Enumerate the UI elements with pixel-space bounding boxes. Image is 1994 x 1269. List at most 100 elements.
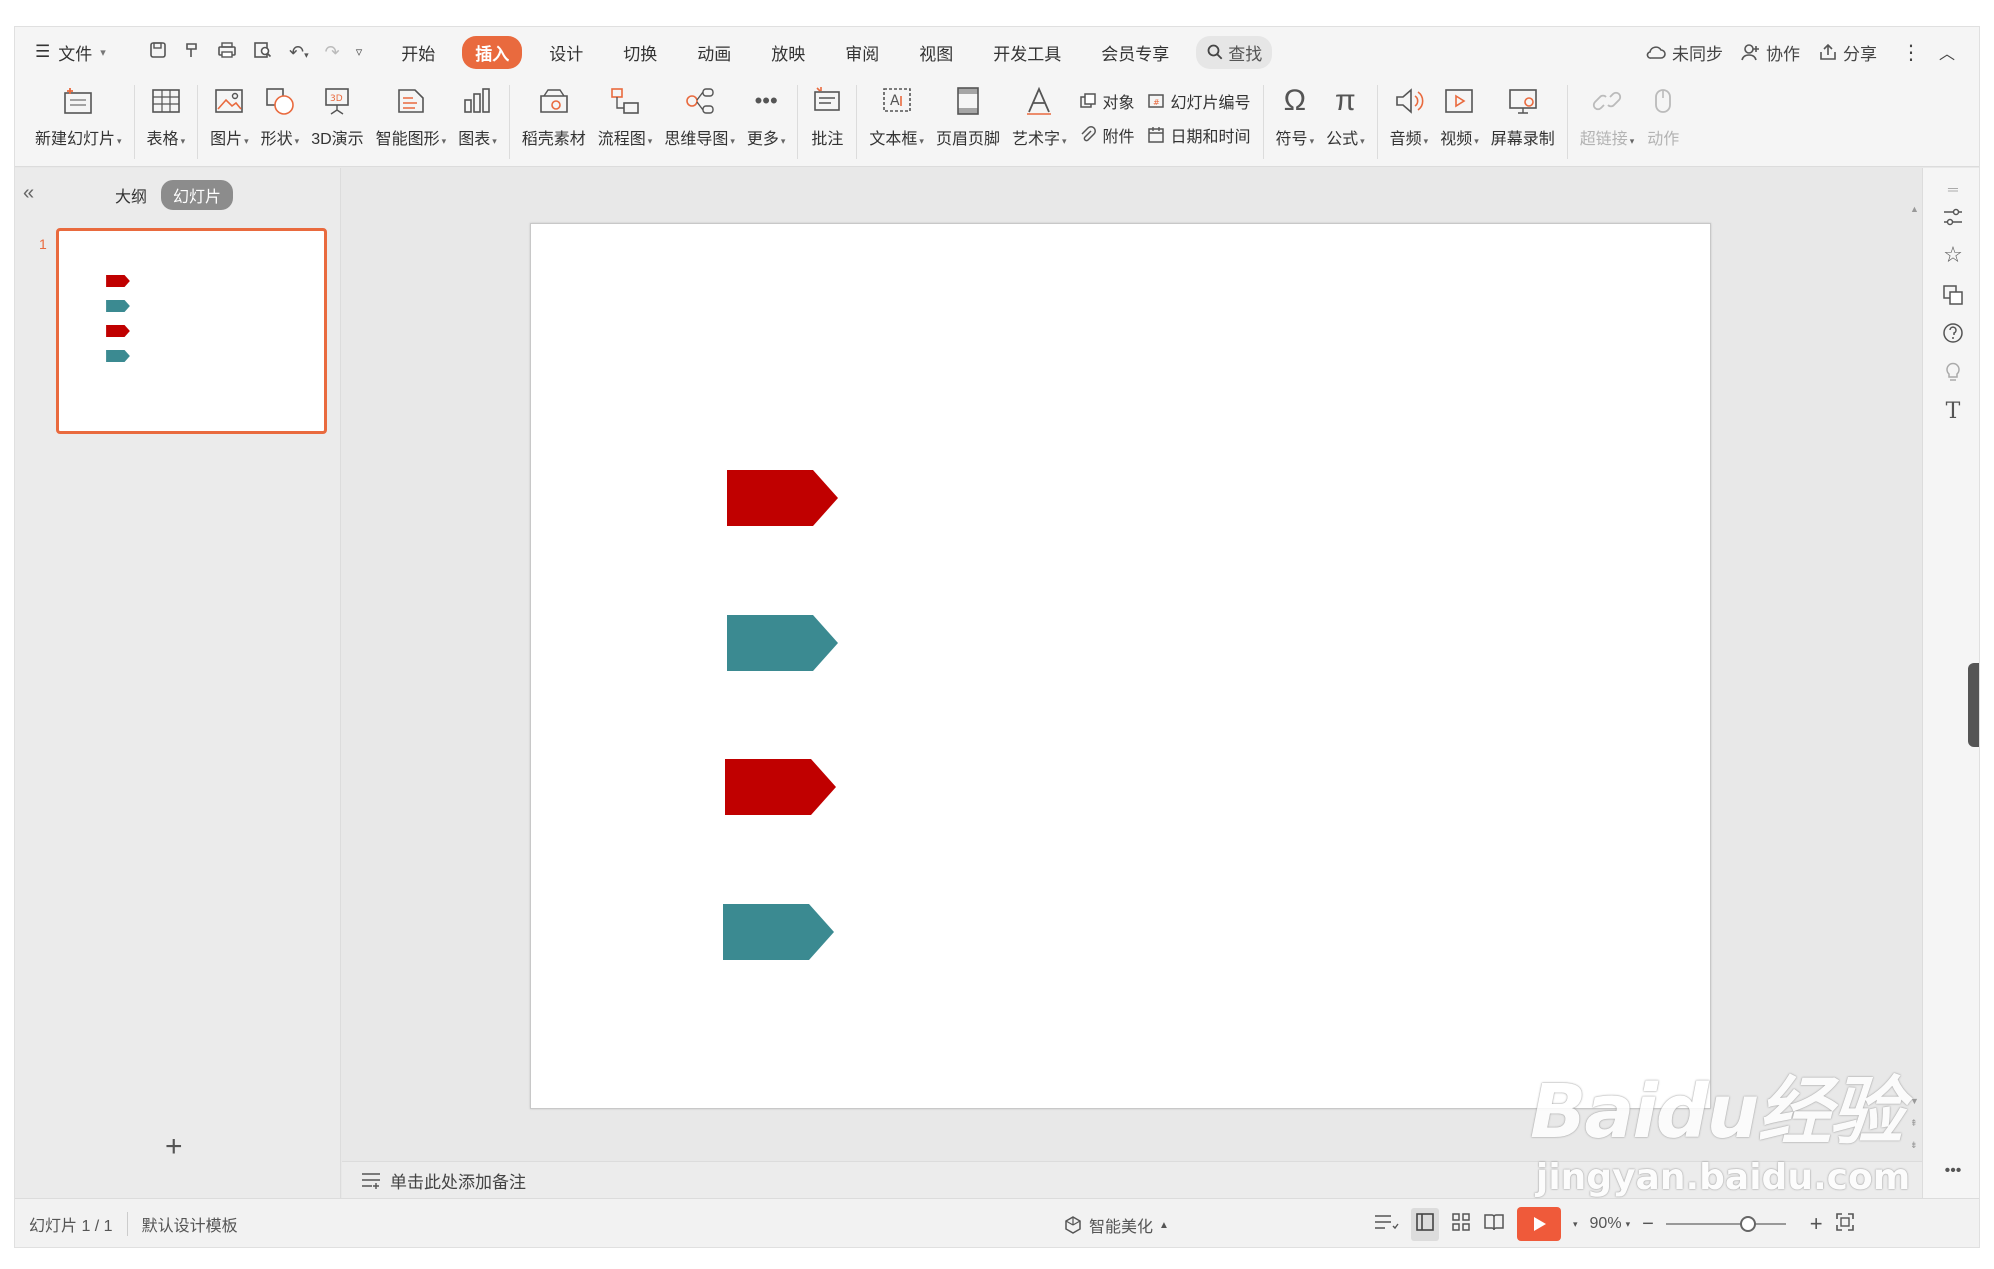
textbox-button[interactable]: A 文本框 ▾ [863, 83, 930, 149]
tab-slideshow[interactable]: 放映 [758, 36, 818, 69]
wordart-button[interactable]: 艺术字 ▾ [1006, 83, 1073, 149]
chart-button[interactable]: 图表 ▾ [452, 83, 503, 149]
notes-pane[interactable]: 单击此处添加备注 [342, 1161, 1922, 1198]
arrow-shape[interactable] [727, 615, 838, 671]
flowchart-button[interactable]: 流程图 ▾ [592, 83, 659, 149]
add-slide-button[interactable]: + [165, 1130, 183, 1164]
picture-button[interactable]: 图片 ▾ [204, 83, 255, 149]
screen-record-icon [1506, 83, 1540, 119]
slide-number-icon: # [1147, 94, 1164, 108]
tab-member[interactable]: 会员专享 [1088, 36, 1182, 69]
collapse-panel-icon[interactable]: « [23, 182, 34, 205]
tab-home[interactable]: 开始 [388, 36, 448, 69]
grid-view-icon[interactable] [1451, 1212, 1471, 1237]
table-button[interactable]: 表格 ▾ [141, 83, 192, 149]
text-icon[interactable]: T [1940, 398, 1966, 424]
search-box[interactable]: 查找 [1196, 35, 1273, 69]
slide-thumbnail[interactable] [56, 228, 327, 434]
print-icon[interactable] [217, 41, 237, 64]
docer-material-button[interactable]: 稻壳素材 [516, 83, 592, 149]
slide-number-button[interactable]: # 幻灯片编号 [1147, 89, 1251, 113]
more-button[interactable]: ••• 更多 ▾ [741, 83, 792, 149]
date-time-button[interactable]: 日期和时间 [1147, 123, 1251, 147]
next-slide-icon[interactable]: ⇟ [1910, 1140, 1918, 1151]
file-menu[interactable]: ☰ 文件 ▾ [35, 40, 131, 65]
3d-presentation-button[interactable]: 3D 3D演示 [305, 83, 369, 149]
scroll-down-icon[interactable]: ▼ [1910, 1096, 1919, 1106]
arrow-shape[interactable] [725, 759, 836, 815]
more-vertical-icon[interactable]: ⋮ [1901, 40, 1921, 65]
tab-view[interactable]: 视图 [906, 36, 966, 69]
video-button[interactable]: 视频 ▾ [1434, 83, 1485, 149]
tab-insert[interactable]: 插入 [462, 35, 523, 69]
sync-button[interactable]: 未同步 [1645, 40, 1723, 65]
arrow-shape[interactable] [727, 470, 838, 526]
share-button[interactable]: 分享 [1818, 40, 1877, 65]
tab-outline[interactable]: 大纲 [115, 183, 147, 207]
play-slideshow-button[interactable] [1517, 1207, 1561, 1241]
undo-icon[interactable]: ↶▾ [289, 42, 309, 63]
star-icon[interactable]: ☆ [1940, 242, 1966, 268]
symbol-label: 符号 [1275, 131, 1308, 148]
tab-transition[interactable]: 切换 [610, 36, 670, 69]
arrow-shape[interactable] [723, 904, 834, 960]
normal-view-icon[interactable] [1411, 1207, 1439, 1241]
hyperlink-button[interactable]: 超链接 ▾ [1574, 83, 1641, 149]
smart-graphic-button[interactable]: 智能图形 ▾ [370, 83, 453, 149]
tab-developer[interactable]: 开发工具 [980, 36, 1074, 69]
save-icon[interactable] [149, 41, 167, 64]
fit-window-icon[interactable] [1835, 1212, 1855, 1237]
side-panel-handle[interactable] [1968, 663, 1979, 747]
customize-qa-icon[interactable]: ▿ [356, 44, 363, 60]
collab-button[interactable]: 协作 [1741, 40, 1800, 65]
beautify-button[interactable]: 智能美化 ▲ [1063, 1213, 1169, 1237]
notes-icon [362, 1173, 380, 1189]
help-icon[interactable] [1940, 320, 1966, 346]
play-options-icon[interactable]: ▾ [1573, 1219, 1578, 1230]
file-menu-label: 文件 [58, 44, 93, 64]
format-painter-icon[interactable] [183, 41, 201, 64]
action-button[interactable]: 动作 [1640, 83, 1686, 149]
new-slide-button[interactable]: 新建幻灯片 ▾ [29, 83, 128, 149]
audio-button[interactable]: 音频 ▾ [1384, 83, 1435, 149]
tab-review[interactable]: 审阅 [832, 36, 892, 69]
lightbulb-icon[interactable] [1940, 358, 1966, 384]
drag-handle-icon[interactable]: ═ [1940, 176, 1966, 202]
prev-slide-icon[interactable]: ⇞ [1910, 1118, 1918, 1129]
object-button[interactable]: 对象 [1079, 89, 1135, 113]
header-footer-button[interactable]: 页眉页脚 [930, 83, 1006, 149]
reading-view-icon[interactable] [1483, 1212, 1505, 1237]
shape-button[interactable]: 形状 ▾ [255, 83, 306, 149]
comment-button[interactable]: 批注 [804, 83, 850, 149]
collapse-ribbon-icon[interactable]: ︿ [1939, 40, 1955, 64]
tab-slides[interactable]: 幻灯片 [161, 180, 234, 210]
formula-button[interactable]: π 公式 ▾ [1320, 83, 1371, 149]
zoom-dropdown-icon[interactable]: ▾ [1626, 1219, 1631, 1230]
attachment-button[interactable]: 附件 [1079, 123, 1135, 147]
slide-thumbnail-number: 1 [39, 236, 47, 252]
copy-format-icon[interactable] [1940, 282, 1966, 308]
zoom-slider[interactable] [1665, 1216, 1786, 1232]
more-options-icon[interactable]: ••• [1940, 1158, 1966, 1184]
print-preview-icon[interactable] [253, 41, 273, 64]
play-icon [1534, 1217, 1546, 1231]
zoom-slider-knob[interactable] [1739, 1216, 1756, 1232]
zoom-in-icon[interactable]: + [1810, 1211, 1823, 1237]
screen-record-button[interactable]: 屏幕录制 [1485, 83, 1561, 149]
zoom-level[interactable]: 90% [1590, 1215, 1622, 1233]
mouse-icon [1646, 83, 1680, 119]
pi-icon: π [1335, 84, 1356, 117]
properties-icon[interactable] [1940, 204, 1966, 230]
zoom-out-icon[interactable]: − [1642, 1213, 1654, 1236]
scroll-up-icon[interactable]: ▲ [1910, 204, 1919, 214]
tab-design[interactable]: 设计 [536, 36, 596, 69]
tab-animation[interactable]: 动画 [684, 36, 744, 69]
symbol-button[interactable]: Ω 符号 ▾ [1270, 83, 1321, 149]
more-dots-icon: ••• [754, 88, 778, 113]
slide-canvas[interactable] [530, 223, 1711, 1109]
mindmap-button[interactable]: 思维导图 ▾ [658, 83, 741, 149]
vertical-scrollbar[interactable]: ▲ ▼ ⇞ ⇟ [1908, 168, 1922, 1161]
template-name[interactable]: 默认设计模板 [142, 1212, 238, 1236]
notes-toggle-icon[interactable] [1373, 1212, 1399, 1237]
redo-icon[interactable]: ↷ [325, 42, 340, 63]
